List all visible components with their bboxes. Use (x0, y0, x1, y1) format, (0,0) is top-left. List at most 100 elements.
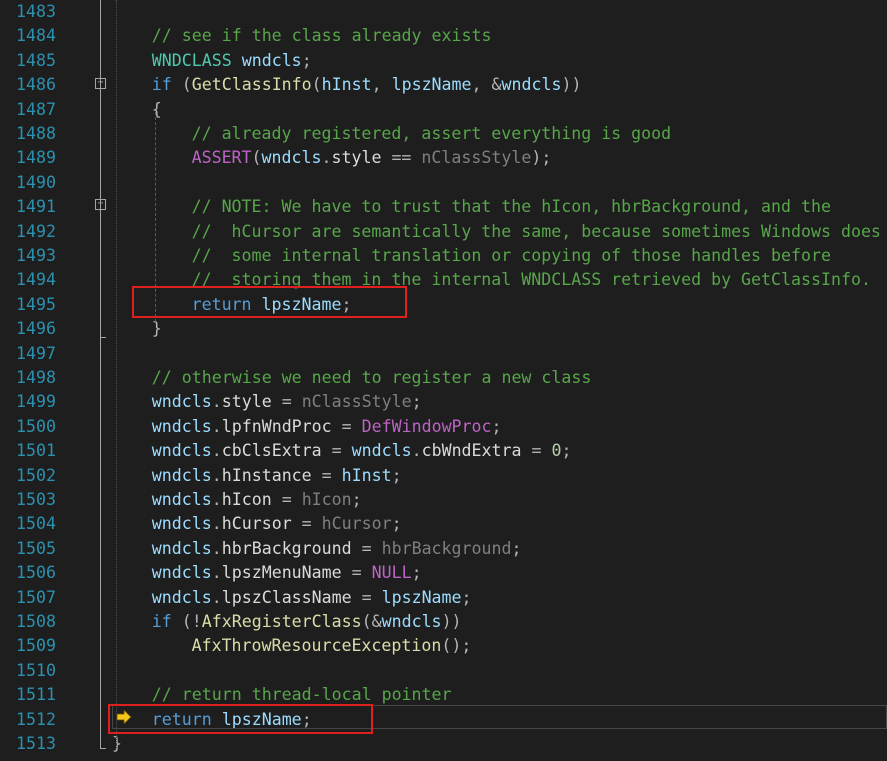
code-token: = (521, 441, 552, 461)
code-token: cbWndExtra (421, 441, 522, 461)
code-text[interactable]: wndcls.hCursor = hCursor; (152, 512, 402, 536)
line-number: 1486 (16, 75, 56, 95)
code-line-1487[interactable]: 1487 { (0, 98, 887, 122)
code-line-1504[interactable]: 1504 wndcls.hCursor = hCursor; (0, 512, 887, 536)
code-line-1483[interactable]: 1483 (0, 0, 887, 24)
code-token: hCursor (221, 514, 292, 534)
code-token: = (341, 563, 372, 583)
code-token: = (331, 416, 362, 436)
code-token: } (112, 734, 122, 753)
code-token: wndcls (501, 75, 562, 95)
code-token: AfxRegisterClass (201, 612, 362, 631)
code-line-1513[interactable]: 1513} (0, 732, 887, 756)
code-text[interactable]: wndcls.lpszMenuName = NULL; (152, 561, 422, 585)
code-line-1507[interactable]: 1507 wndcls.lpszClassName = lpszName; (0, 586, 887, 610)
code-line-1499[interactable]: 1499 wndcls.style = nClassStyle; (0, 390, 887, 414)
code-text[interactable]: // some internal translation or copying … (192, 244, 831, 268)
code-text[interactable]: { (152, 98, 162, 122)
code-editor[interactable]: 1483 1484 // see if the class already exis… (0, 0, 887, 761)
code-line-1485[interactable]: 1485 WNDCLASS wndcls; (0, 49, 887, 73)
code-token: if (151, 75, 172, 95)
code-token: lpszName (381, 587, 462, 607)
code-text[interactable]: // see if the class already exists (152, 24, 492, 48)
code-token: = (321, 441, 352, 461)
code-line-1502[interactable]: 1502 wndcls.hInstance = hInst; (0, 464, 887, 488)
code-token: wndcls (151, 514, 212, 534)
code-token: ; (351, 490, 362, 509)
code-text[interactable]: wndcls.hInstance = hInst; (152, 464, 402, 488)
code-line-1505[interactable]: 1505 wndcls.hbrBackground = hbrBackground… (0, 537, 887, 561)
line-number: 1510 (16, 660, 56, 680)
code-line-1500[interactable]: 1500 wndcls.lpfnWndProc = DefWindowProc; (0, 415, 887, 439)
code-line-1498[interactable]: 1498 // otherwise we need to register a n… (0, 366, 887, 390)
code-line-1496[interactable]: 1496} (0, 317, 887, 341)
code-line-1490[interactable]: 1490 (0, 171, 887, 195)
code-token: AfxThrowResourceException (191, 636, 442, 656)
code-line-1493[interactable]: 1493 // some internal translation or copy… (0, 244, 887, 268)
code-token: wndcls (151, 587, 212, 607)
code-line-1508[interactable]: 1508 if (!AfxRegisterClass(&wndcls)) (0, 610, 887, 634)
code-token: wndcls (151, 490, 212, 509)
code-text[interactable]: ASSERT(wndcls.style == nClassStyle); (192, 146, 552, 170)
code-line-1509[interactable]: 1509 AfxThrowResourceException(); (0, 634, 887, 658)
code-text[interactable]: wndcls.lpfnWndProc = DefWindowProc; (152, 415, 502, 439)
highlight-box-return-1495 (132, 286, 407, 318)
code-text[interactable]: if (GetClassInfo(hInst, lpszName, &wndcl… (152, 73, 582, 97)
code-token: // already registered, assert everything… (191, 124, 672, 143)
code-token: . (211, 514, 222, 534)
code-text[interactable]: WNDCLASS wndcls; (152, 49, 312, 73)
code-token: lpszName (391, 75, 472, 95)
highlight-box-return-1512 (108, 704, 373, 734)
code-token: (& (361, 612, 382, 631)
code-token: hCursor (321, 514, 392, 534)
code-line-1491[interactable]: 1491 // NOTE: We have to trust that the h… (0, 195, 887, 219)
code-token: nClassStyle (421, 148, 532, 168)
code-token: if (151, 612, 172, 631)
code-line-1497[interactable]: 1497 (0, 342, 887, 366)
code-token: , (371, 75, 392, 95)
code-token: . (211, 490, 222, 509)
code-line-1489[interactable]: 1489 ASSERT(wndcls.style == nClassStyle); (0, 146, 887, 170)
code-text[interactable]: wndcls.hbrBackground = hbrBackground; (152, 537, 522, 561)
code-text[interactable]: wndcls.style = nClassStyle; (152, 390, 422, 414)
code-text[interactable]: } (152, 317, 162, 341)
code-text[interactable]: // hCursor are semantically the same, be… (192, 220, 881, 244)
fold-guide-function (100, 0, 101, 748)
code-text[interactable]: wndcls.cbClsExtra = wndcls.cbWndExtra = … (152, 439, 572, 463)
code-text[interactable]: if (!AfxRegisterClass(&wndcls)) (152, 610, 462, 634)
code-text[interactable]: wndcls.lpszClassName = lpszName; (152, 586, 472, 610)
code-token: // some internal translation or copying … (191, 246, 831, 265)
code-text[interactable]: // otherwise we need to register a new c… (152, 366, 592, 390)
line-number: 1512 (16, 709, 56, 729)
code-token: style (331, 148, 382, 168)
code-token: . (211, 587, 222, 607)
line-number: 1513 (16, 734, 56, 753)
code-token: . (211, 465, 222, 485)
code-token: ( (311, 75, 322, 95)
code-line-1492[interactable]: 1492 // hCursor are semantically the same… (0, 220, 887, 244)
code-line-1484[interactable]: 1484 // see if the class already exists (0, 24, 887, 48)
code-text[interactable]: } (112, 732, 122, 756)
code-line-1503[interactable]: 1503 wndcls.hIcon = hIcon; (0, 488, 887, 512)
code-line-1510[interactable]: 1510 (0, 659, 887, 683)
code-line-1488[interactable]: 1488 // already registered, assert everyt… (0, 122, 887, 146)
code-line-1501[interactable]: 1501 wndcls.cbClsExtra = wndcls.cbWndExtr… (0, 439, 887, 463)
code-token: . (411, 441, 422, 461)
line-number: 1499 (16, 392, 56, 412)
code-line-1506[interactable]: 1506 wndcls.lpszMenuName = NULL; (0, 561, 887, 585)
code-text[interactable]: // NOTE: We have to trust that the hIcon… (192, 195, 831, 219)
code-text[interactable]: AfxThrowResourceException(); (192, 634, 472, 658)
code-token: = (291, 514, 322, 534)
code-text[interactable]: wndcls.hIcon = hIcon; (152, 488, 362, 512)
code-token: wndcls (151, 563, 212, 583)
line-number: 1485 (16, 50, 56, 70)
code-text[interactable]: // already registered, assert everything… (192, 122, 672, 146)
code-token: hIcon (221, 490, 272, 509)
code-token: wndcls (241, 50, 302, 70)
line-number: 1487 (16, 99, 56, 119)
line-number: 1494 (16, 270, 56, 290)
code-line-1486[interactable]: 1486 if (GetClassInfo(hInst, lpszName, &w… (0, 73, 887, 97)
code-token: wndcls (151, 465, 212, 485)
code-token: = (311, 465, 342, 485)
